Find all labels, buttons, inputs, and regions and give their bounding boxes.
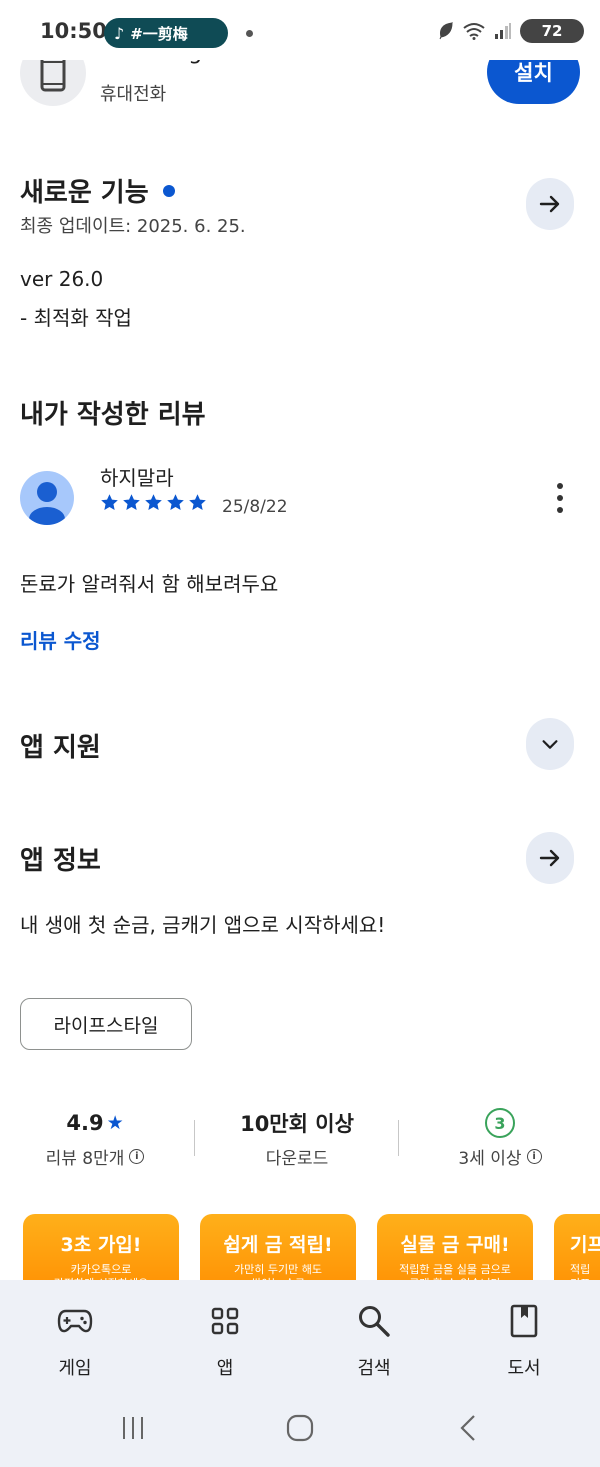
nav-label: 검색 [357, 1358, 391, 1379]
downloads-label: 다운로드 [265, 1149, 329, 1169]
stat-divider [194, 1120, 195, 1156]
status-time: 10:50 [40, 19, 107, 43]
screenshot-title: 기프 [570, 1234, 600, 1256]
app-description: 내 생애 첫 순금, 금캐기 앱으로 시작하세요! [20, 913, 386, 937]
whats-new-title: 새로운 기능 [20, 178, 149, 208]
age-rating-stat[interactable]: 3 3세 이상 i [400, 1108, 600, 1169]
downloads-value: 10만회 이상 [240, 1112, 354, 1136]
review-text: 돈료가 알려줘서 함 해보려두요 [20, 572, 279, 596]
back-icon [460, 1415, 475, 1441]
info-icon[interactable]: i [129, 1149, 145, 1164]
screenshot-title: 실물 금 구매! [400, 1234, 510, 1256]
nav-item-books[interactable]: 도서 [464, 1302, 584, 1380]
star-icon [101, 494, 118, 510]
home-icon [286, 1414, 314, 1442]
star-icon [189, 494, 206, 510]
app-info-arrow-button[interactable] [526, 832, 574, 884]
book-icon [510, 1304, 538, 1338]
edit-review-link[interactable]: 리뷰 수정 [20, 625, 101, 654]
chevron-down-icon [542, 740, 558, 749]
review-date: 25/8/22 [222, 497, 288, 517]
search-icon [359, 1306, 390, 1337]
nav-label: 게임 [58, 1358, 92, 1379]
last-updated: 최종 업데이트: 2025. 6. 25. [20, 216, 246, 237]
stat-divider [398, 1120, 399, 1156]
recent-apps-icon [123, 1417, 143, 1439]
whats-new-header[interactable]: 새로운 기능 [20, 172, 175, 209]
nav-item-apps[interactable]: 앱 [165, 1302, 285, 1380]
star-icon [167, 494, 184, 510]
nav-label: 도서 [507, 1358, 541, 1379]
tiktok-notification[interactable]: ♪ #一剪梅 [104, 18, 228, 48]
arrow-right-icon [539, 195, 560, 213]
bottom-navigation: 게임 앱 검색 도서 [0, 1280, 600, 1467]
app-support-expand-button[interactable] [526, 718, 574, 770]
arrow-right-icon [539, 849, 560, 867]
info-icon[interactable]: i [526, 1149, 542, 1164]
leaf-icon [439, 22, 453, 40]
whats-new-arrow-button[interactable] [526, 178, 574, 230]
back-button[interactable] [448, 1410, 488, 1446]
rating-value: 4.9 [66, 1111, 104, 1135]
tiktok-icon: ♪ [114, 23, 125, 43]
status-icons: 72 [438, 19, 584, 43]
battery-icon: 72 [520, 19, 584, 43]
star-rating [100, 493, 207, 512]
tiktok-label: #一剪梅 [130, 24, 188, 43]
category-chip[interactable]: 라이프스타일 [20, 998, 192, 1050]
rating-stat[interactable]: 4.9 ★ 리뷰 8만개 i [0, 1108, 195, 1169]
notification-dot [246, 30, 253, 37]
age-rating-badge: 3 [485, 1108, 515, 1138]
star-icon: ★ [106, 1112, 124, 1134]
recent-apps-button[interactable] [113, 1410, 153, 1446]
my-review-title: 내가 작성한 리뷰 [20, 400, 206, 430]
screenshot-title: 3초 가입! [60, 1234, 142, 1256]
new-indicator-dot [162, 184, 175, 197]
downloads-stat: 10만회 이상 다운로드 [197, 1108, 397, 1169]
app-support-title[interactable]: 앱 지원 [20, 727, 101, 764]
release-note: - 최적화 작업 [20, 306, 132, 330]
avatar [20, 471, 74, 525]
wifi-icon [463, 23, 485, 40]
person-icon [29, 482, 65, 525]
signal-icon [495, 23, 511, 39]
nav-item-search[interactable]: 검색 [314, 1302, 434, 1380]
nav-item-games[interactable]: 게임 [15, 1302, 135, 1380]
star-icon [123, 494, 140, 510]
home-button[interactable] [280, 1410, 320, 1446]
star-icon [145, 494, 162, 510]
version-text: ver 26.0 [20, 267, 104, 291]
screenshot-title: 쉽게 금 적립! [223, 1234, 333, 1256]
apps-grid-icon [211, 1307, 239, 1335]
gamepad-icon [57, 1309, 93, 1333]
nav-label: 앱 [216, 1358, 234, 1379]
app-info-title[interactable]: 앱 정보 [20, 840, 101, 877]
age-rating-label: 3세 이상 [458, 1149, 522, 1169]
status-bar: 10:50 ♪ #一剪梅 72 [0, 0, 600, 60]
reviewer-name: 하지말라 [100, 466, 174, 490]
more-options-icon[interactable] [552, 483, 568, 513]
rating-label: 리뷰 8만개 [45, 1149, 125, 1169]
device-type: 휴대전화 [100, 84, 167, 105]
battery-level: 72 [541, 22, 563, 40]
